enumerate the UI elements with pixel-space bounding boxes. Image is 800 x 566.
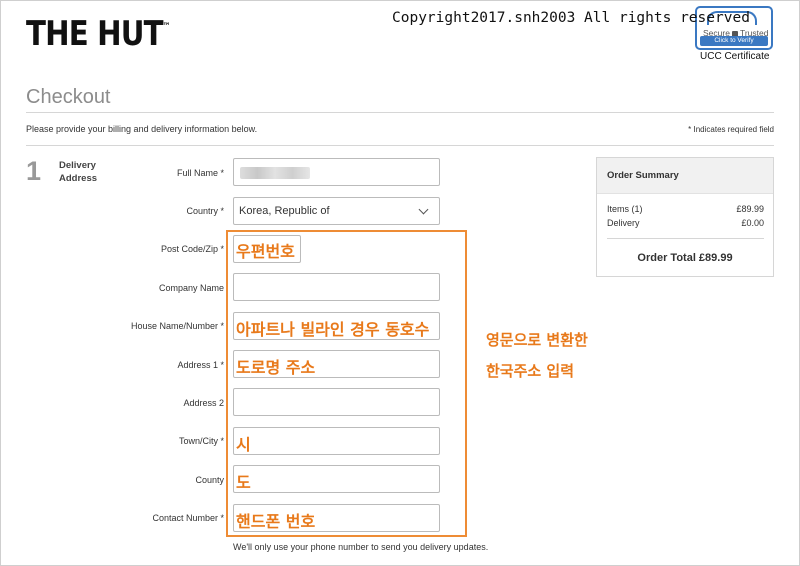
- badge-verify-button[interactable]: Click to Verify: [700, 36, 768, 46]
- town-annotation: 시: [236, 435, 251, 454]
- phone-annotation: 핸드폰 번호: [236, 512, 316, 531]
- note-line-2: 한국주소 입력: [486, 362, 575, 380]
- delivery-label: Delivery: [607, 218, 640, 228]
- full-name-input[interactable]: [233, 158, 440, 186]
- items-value: £89.99: [736, 204, 764, 214]
- address1-annotation: 도로명 주소: [236, 358, 316, 377]
- site-logo[interactable]: THE HUT™: [26, 14, 170, 54]
- delivery-row: Delivery £0.00: [607, 218, 764, 228]
- order-total: Order Total £89.99: [637, 252, 733, 264]
- badge-caption: UCC Certificate: [700, 51, 770, 62]
- logo-text: THE HUT: [26, 14, 164, 54]
- order-summary-header: Order Summary: [597, 158, 773, 194]
- divider: [26, 112, 774, 113]
- intro-text: Please provide your billing and delivery…: [26, 124, 258, 134]
- note-line-1: 영문으로 변환한: [486, 331, 588, 349]
- address2-label: Address 2: [183, 398, 224, 408]
- country-select[interactable]: Korea, Republic of: [233, 197, 440, 225]
- annotation-box: [226, 230, 467, 537]
- country-label: Country *: [186, 206, 224, 216]
- house-annotation: 아파트나 빌라인 경우 동호수: [236, 320, 430, 339]
- divider: [26, 145, 774, 146]
- copyright-watermark: Copyright2017.snh2003 All rights reserve…: [392, 10, 750, 26]
- house-label: House Name/Number *: [130, 321, 224, 331]
- full-name-label: Full Name *: [176, 168, 224, 178]
- step-label: Delivery Address: [59, 160, 98, 184]
- items-label: Items (1): [607, 204, 643, 214]
- town-label: Town/City *: [178, 436, 224, 446]
- items-row: Items (1) £89.99: [607, 204, 764, 214]
- redacted-name: [240, 167, 310, 179]
- county-annotation: 도: [236, 473, 251, 492]
- summary-divider: [607, 238, 764, 239]
- required-note: * Indicates required field: [688, 125, 774, 134]
- postcode-annotation: 우편번호: [236, 242, 295, 261]
- postcode-label: Post Code/Zip *: [160, 244, 224, 254]
- county-label: County: [195, 475, 224, 485]
- logo-trademark: ™: [162, 21, 171, 32]
- delivery-value: £0.00: [741, 218, 764, 228]
- order-summary: Order Summary Items (1) £89.99 Delivery …: [596, 157, 774, 277]
- company-label: Company Name: [158, 283, 224, 293]
- address1-label: Address 1 *: [177, 360, 224, 370]
- order-summary-title: Order Summary: [607, 170, 679, 181]
- chevron-down-icon: [418, 204, 429, 215]
- phone-help-text: We'll only use your phone number to send…: [233, 542, 489, 552]
- step-number: 1: [26, 156, 42, 186]
- page-title: Checkout: [26, 86, 111, 108]
- country-value: Korea, Republic of: [239, 205, 330, 217]
- phone-label: Contact Number *: [152, 513, 224, 523]
